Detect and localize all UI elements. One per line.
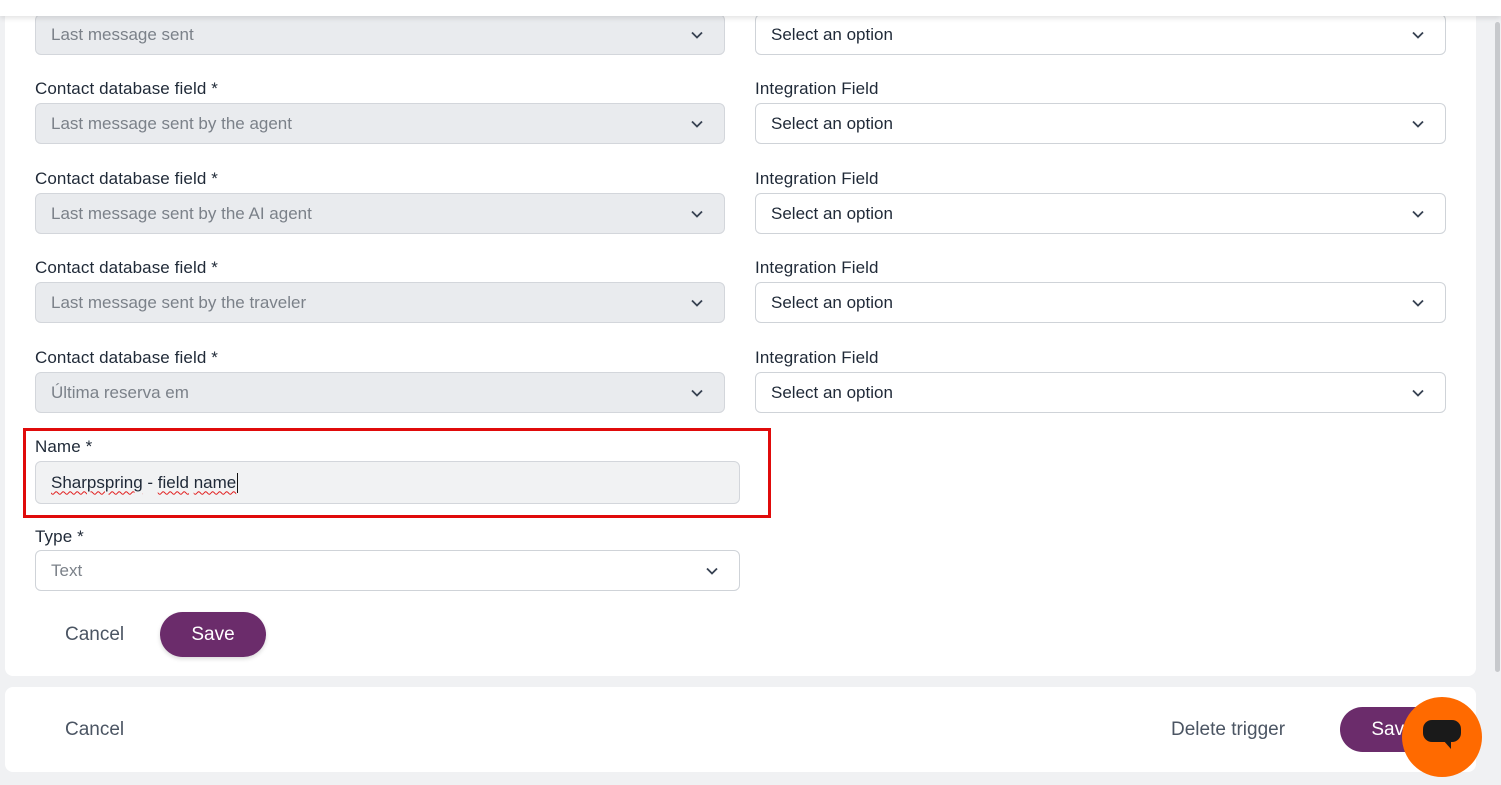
contact-db-field-label: Contact database field * <box>35 79 218 98</box>
chevron-down-icon <box>690 28 704 42</box>
select-value: Select an option <box>771 292 893 312</box>
select-value: Select an option <box>771 203 893 223</box>
chevron-down-icon <box>1411 117 1425 131</box>
top-bar <box>0 0 1501 16</box>
chevron-down-icon <box>690 386 704 400</box>
select-value: Last message sent <box>51 24 194 44</box>
chevron-down-icon <box>705 564 719 578</box>
scrollbar[interactable] <box>1495 22 1500 672</box>
name-label: Name * <box>35 437 93 456</box>
contact-db-field-label: Contact database field * <box>35 258 218 277</box>
contact-db-field-label: Contact database field * <box>35 348 218 367</box>
type-select[interactable]: Text <box>35 550 740 591</box>
name-value-word3: name <box>193 472 237 492</box>
select-value: Last message sent by the agent <box>51 113 292 133</box>
select-value: Select an option <box>771 113 893 133</box>
field-mapping-card: Last message sent Select an option Conta… <box>5 0 1476 676</box>
integration-field-select-4[interactable]: Select an option <box>755 282 1446 323</box>
chevron-down-icon <box>1411 386 1425 400</box>
contact-db-field-select-1[interactable]: Last message sent <box>35 14 725 55</box>
select-value: Última reserva em <box>51 382 189 402</box>
save-button[interactable]: Save <box>160 612 266 657</box>
text-caret <box>237 472 239 493</box>
footer-card: Cancel Delete trigger Save <box>5 687 1476 772</box>
name-input[interactable]: Sharpspring - field name <box>35 461 740 504</box>
chevron-down-icon <box>1411 207 1425 221</box>
type-label: Type * <box>35 527 84 546</box>
cancel-button[interactable]: Cancel <box>65 624 124 646</box>
select-value: Text <box>51 560 83 580</box>
select-value: Select an option <box>771 24 893 44</box>
chat-icon <box>1421 718 1463 757</box>
chat-widget-button[interactable] <box>1402 697 1482 777</box>
contact-db-field-label: Contact database field * <box>35 169 218 188</box>
select-value: Last message sent by the AI agent <box>51 203 312 223</box>
name-value-sep: - <box>142 472 158 492</box>
chevron-down-icon <box>1411 28 1425 42</box>
chevron-down-icon <box>690 207 704 221</box>
name-value-word1: Sharpspring <box>51 472 143 492</box>
integration-field-select-5[interactable]: Select an option <box>755 372 1446 413</box>
integration-field-label: Integration Field <box>755 258 879 277</box>
contact-db-field-select-2[interactable]: Last message sent by the agent <box>35 103 725 144</box>
chevron-down-icon <box>690 117 704 131</box>
integration-field-select-2[interactable]: Select an option <box>755 103 1446 144</box>
integration-field-label: Integration Field <box>755 348 879 367</box>
integration-field-select-3[interactable]: Select an option <box>755 193 1446 234</box>
name-value-word2: field <box>157 472 189 492</box>
chevron-down-icon <box>1411 296 1425 310</box>
contact-db-field-select-3[interactable]: Last message sent by the AI agent <box>35 193 725 234</box>
footer-cancel-button[interactable]: Cancel <box>65 719 124 741</box>
integration-field-label: Integration Field <box>755 79 879 98</box>
integration-field-select-1[interactable]: Select an option <box>755 14 1446 55</box>
chevron-down-icon <box>690 296 704 310</box>
contact-db-field-select-5[interactable]: Última reserva em <box>35 372 725 413</box>
select-value: Last message sent by the traveler <box>51 292 307 312</box>
delete-trigger-button[interactable]: Delete trigger <box>1171 719 1285 741</box>
integration-field-label: Integration Field <box>755 169 879 188</box>
contact-db-field-select-4[interactable]: Last message sent by the traveler <box>35 282 725 323</box>
select-value: Select an option <box>771 382 893 402</box>
